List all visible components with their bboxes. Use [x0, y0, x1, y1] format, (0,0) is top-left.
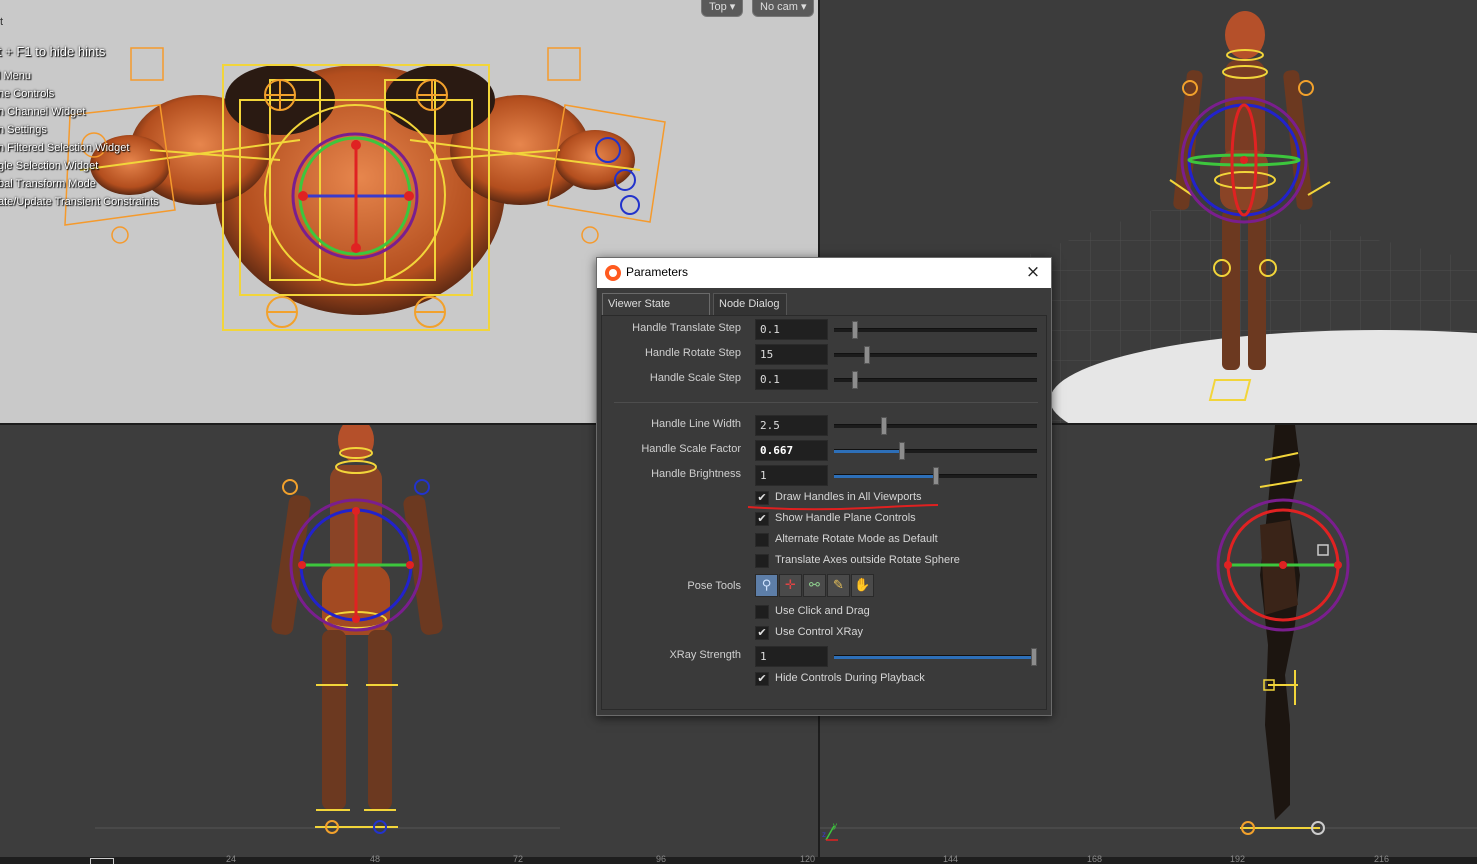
viewport-edge-label: t	[0, 16, 4, 28]
slider-thumb[interactable]	[933, 467, 939, 485]
handle-rotate-step-slider[interactable]	[834, 346, 1037, 364]
slider-thumb[interactable]	[852, 371, 858, 389]
handle-line-width-slider[interactable]	[834, 417, 1037, 435]
checkbox-box[interactable]	[755, 554, 769, 568]
slider-thumb[interactable]	[864, 346, 870, 364]
hint-item: l Menu	[0, 70, 32, 82]
slider-fill	[834, 450, 899, 453]
alternate-rotate-mode-checkbox[interactable]: Alternate Rotate Mode as Default	[755, 531, 1045, 549]
timeline-ticks: 24 48 72 96 120 144 168 192 216	[0, 855, 1477, 864]
transform-icon[interactable]: ✛	[779, 574, 802, 597]
param-label: Handle Brightness	[651, 468, 741, 480]
dialog-title: Parameters	[626, 265, 689, 279]
tab-node-dialog[interactable]: Node Dialog	[713, 293, 787, 315]
hint-item: n Filtered Selection Widget	[0, 142, 130, 154]
param-row: Handle Line Width 2.5	[602, 415, 1046, 437]
checkbox-label: Hide Controls During Playback	[775, 672, 925, 684]
timeline-tick: 72	[513, 854, 524, 864]
timeline-tick: 216	[1374, 854, 1390, 864]
view-menu-button[interactable]: Top ▾	[701, 0, 744, 17]
parameters-dialog: Parameters × Viewer State Dialog Node Di…	[596, 257, 1052, 716]
param-row: Handle Translate Step 0.1	[602, 319, 1046, 341]
current-frame-marker[interactable]	[90, 858, 114, 864]
hide-controls-during-playback-checkbox[interactable]: ✔ Hide Controls During Playback	[755, 670, 1045, 688]
timeline-tick: 168	[1087, 854, 1103, 864]
slider-thumb[interactable]	[881, 417, 887, 435]
show-handle-plane-controls-checkbox[interactable]: ✔ Show Handle Plane Controls	[755, 510, 1045, 528]
hint-item: ate/Update Transient Constraints	[0, 196, 159, 208]
handle-scale-factor-slider[interactable]	[834, 442, 1037, 460]
hint-item: n Channel Widget	[0, 106, 86, 118]
red-underline-annotation	[747, 504, 939, 511]
handle-line-width-field[interactable]: 2.5	[755, 415, 828, 436]
pose-tools-label: Pose Tools	[687, 580, 741, 592]
checkbox-box[interactable]: ✔	[755, 672, 769, 686]
viewer-hints: t + F1 to hide hints l Menu ne Controls …	[0, 44, 160, 224]
timeline-tick: 192	[1230, 854, 1246, 864]
checkbox-label: Use Control XRay	[775, 626, 864, 638]
timeline-tick: 120	[800, 854, 816, 864]
checkbox-box[interactable]: ✔	[755, 512, 769, 526]
param-label: Handle Translate Step	[632, 322, 741, 334]
handle-translate-step-slider[interactable]	[834, 321, 1037, 339]
param-label: Handle Scale Factor	[641, 443, 741, 455]
translate-axes-outside-sphere-checkbox[interactable]: Translate Axes outside Rotate Sphere	[755, 552, 1045, 570]
checkbox-label: Use Click and Drag	[775, 605, 870, 617]
tab-viewer-state-dialog[interactable]: Viewer State Dialog	[602, 293, 710, 330]
houdini-logo-icon	[605, 265, 621, 281]
handle-scale-step-slider[interactable]	[834, 371, 1037, 389]
pose-icon[interactable]: ✋	[851, 574, 874, 597]
checkbox-box[interactable]	[755, 605, 769, 619]
hint-item: gle Selection Widget	[0, 160, 99, 172]
timeline-tick: 48	[370, 854, 381, 864]
hint-item: n Settings	[0, 124, 47, 136]
handle-translate-step-field[interactable]: 0.1	[755, 319, 828, 340]
axis-y-label: y	[833, 821, 837, 830]
param-row: XRay Strength 1	[602, 646, 1046, 668]
use-click-and-drag-checkbox[interactable]: Use Click and Drag	[755, 603, 1045, 621]
slider-thumb[interactable]	[852, 321, 858, 339]
param-row: Handle Scale Factor 0.667	[602, 440, 1046, 462]
axis-gizmo: y z	[822, 821, 838, 841]
timeline-tick: 144	[943, 854, 959, 864]
bone-icon[interactable]: ⚯	[803, 574, 826, 597]
param-label: XRay Strength	[669, 649, 741, 661]
param-label: Handle Rotate Step	[644, 347, 741, 359]
param-row: Handle Scale Step 0.1	[602, 369, 1046, 391]
param-label: Handle Scale Step	[649, 372, 741, 384]
param-row: Handle Brightness 1	[602, 465, 1046, 487]
select-icon[interactable]: ⚲	[755, 574, 778, 597]
timeline-tick: 24	[226, 854, 237, 864]
camera-menu-button[interactable]: No cam ▾	[752, 0, 815, 17]
hint-item: ne Controls	[0, 88, 55, 100]
hint-item: bal Transform Mode	[0, 178, 96, 190]
slider-fill	[834, 475, 933, 478]
handle-brightness-slider[interactable]	[834, 467, 1037, 485]
xray-strength-field[interactable]: 1	[755, 646, 828, 667]
axis-z-label: z	[822, 830, 826, 839]
timeline-tick: 96	[656, 854, 667, 864]
use-control-xray-checkbox[interactable]: ✔ Use Control XRay	[755, 624, 1045, 642]
dialog-titlebar[interactable]: Parameters ×	[597, 258, 1051, 288]
viewer-state-panel: Handle Translate Step 0.1 Handle Rotate …	[601, 315, 1047, 710]
handle-scale-factor-field[interactable]: 0.667	[755, 440, 828, 461]
close-icon[interactable]: ×	[1023, 262, 1043, 282]
handle-brightness-field[interactable]: 1	[755, 465, 828, 486]
param-label: Handle Line Width	[651, 418, 741, 430]
checkbox-box[interactable]	[755, 533, 769, 547]
brush-icon[interactable]: ✎	[827, 574, 850, 597]
param-row: Handle Rotate Step 15	[602, 344, 1046, 366]
xray-strength-slider[interactable]	[834, 648, 1037, 666]
checkbox-label: Alternate Rotate Mode as Default	[775, 533, 938, 545]
handle-scale-step-field[interactable]: 0.1	[755, 369, 828, 390]
handle-rotate-step-field[interactable]: 15	[755, 344, 828, 365]
slider-fill	[834, 656, 1031, 659]
slider-thumb[interactable]	[899, 442, 905, 460]
checkbox-box[interactable]: ✔	[755, 626, 769, 640]
slider-thumb[interactable]	[1031, 648, 1037, 666]
hint-title: t + F1 to hide hints	[0, 44, 106, 59]
checkbox-label: Show Handle Plane Controls	[775, 512, 916, 524]
checkbox-label: Translate Axes outside Rotate Sphere	[775, 554, 960, 566]
separator	[614, 402, 1038, 403]
